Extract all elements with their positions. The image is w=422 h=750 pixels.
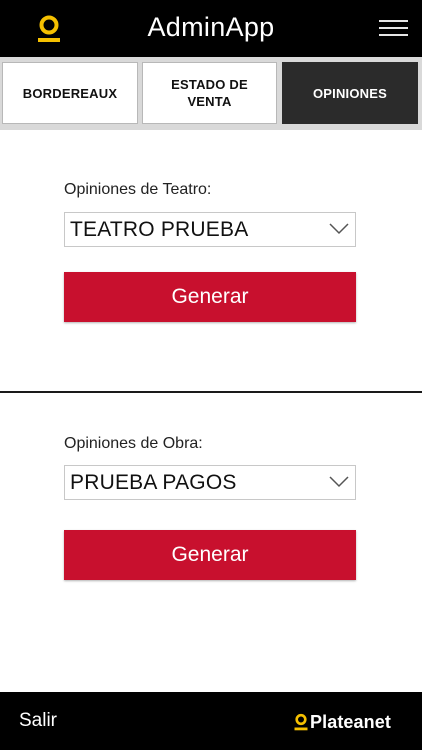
play-select[interactable]: PRUEBA PAGOS — [64, 465, 356, 500]
tab-bar: BORDEREAUX ESTADO DE VENTA OPINIONES — [0, 57, 422, 130]
app-title: AdminApp — [147, 12, 275, 42]
tab-opiniones[interactable]: OPINIONES — [282, 62, 418, 124]
exit-button[interactable]: Salir — [19, 710, 57, 732]
app-footer: Salir Plateanet — [0, 692, 422, 750]
tab-estado-de-venta[interactable]: ESTADO DE VENTA — [142, 62, 277, 124]
generate-theater-button[interactable]: Generar — [64, 272, 356, 322]
generate-play-button[interactable]: Generar — [64, 530, 356, 580]
theater-select-value: TEATRO PRUEBA — [70, 218, 249, 241]
app-header: AdminApp — [0, 0, 422, 57]
theater-opinions-label: Opiniones de Teatro: — [64, 181, 212, 198]
chevron-down-icon — [329, 223, 349, 235]
play-opinions-section: Opiniones de Obra: PRUEBA PAGOS Generar — [0, 393, 422, 692]
chevron-down-icon — [329, 476, 349, 488]
platea-logo-icon — [294, 713, 308, 731]
brand-name: Plateanet — [310, 711, 391, 732]
play-opinions-label: Opiniones de Obra: — [64, 435, 203, 452]
tab-estado-de-venta-label: ESTADO DE VENTA — [171, 77, 248, 109]
play-select-value: PRUEBA PAGOS — [70, 471, 237, 494]
brand-logo: Plateanet — [294, 711, 391, 733]
tab-bordereaux[interactable]: BORDEREAUX — [2, 62, 138, 124]
theater-select[interactable]: TEATRO PRUEBA — [64, 212, 356, 247]
theater-opinions-section: Opiniones de Teatro: TEATRO PRUEBA Gener… — [0, 130, 422, 392]
hamburger-menu-icon[interactable] — [379, 18, 409, 38]
main-content: Opiniones de Teatro: TEATRO PRUEBA Gener… — [0, 130, 422, 692]
